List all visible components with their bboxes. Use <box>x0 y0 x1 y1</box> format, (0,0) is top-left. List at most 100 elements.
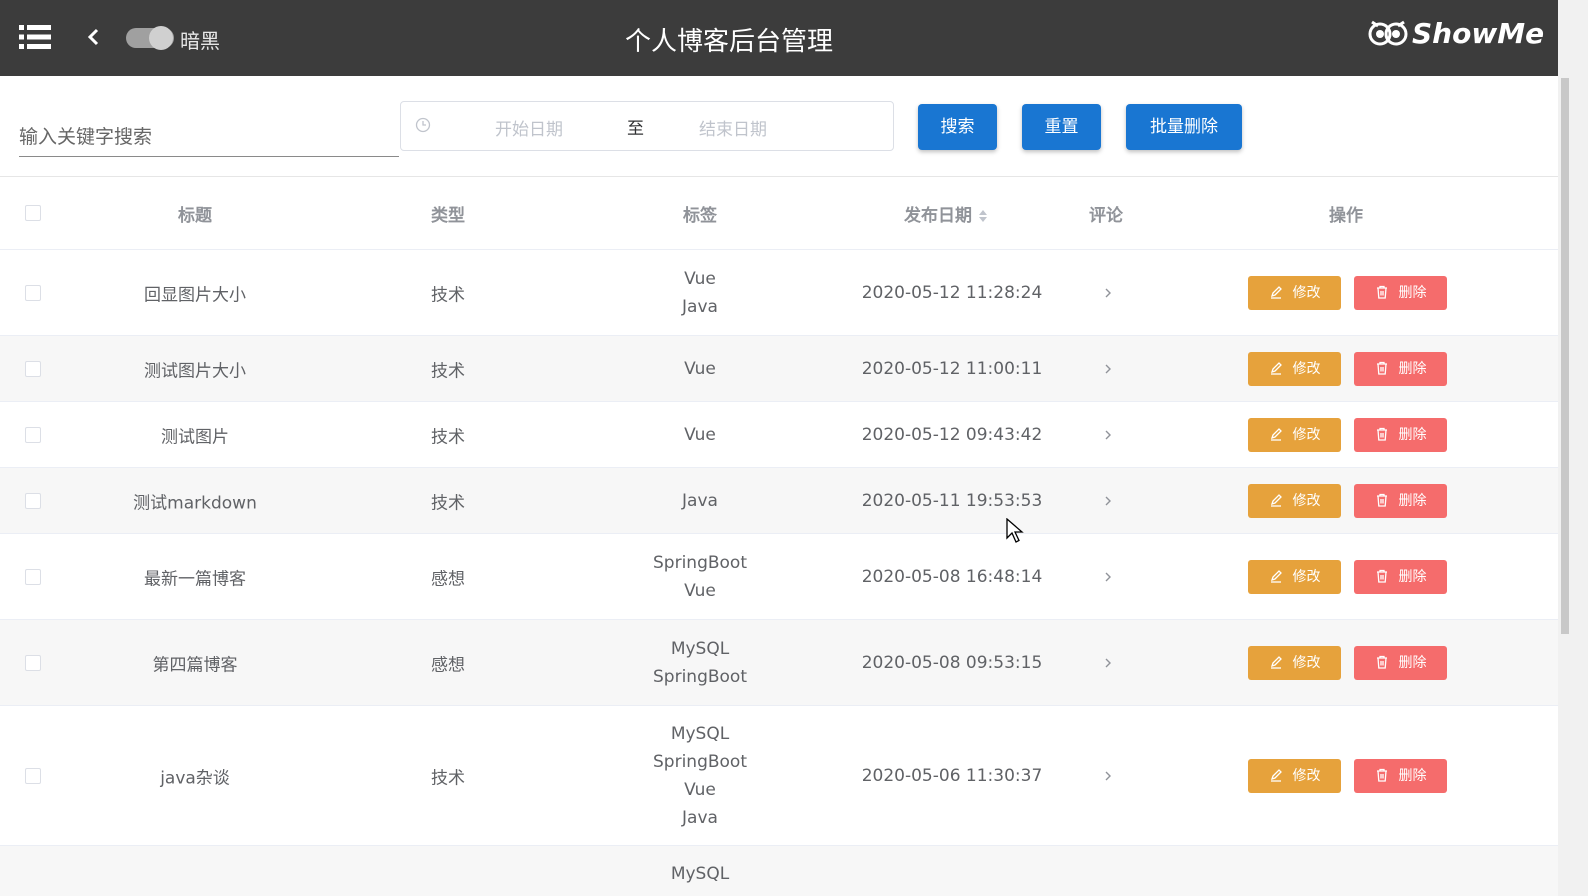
delete-button[interactable]: 删除 <box>1354 351 1447 386</box>
table-header: 标题 类型 标签 发布日期 评论 操作 <box>0 177 1558 250</box>
start-date-input[interactable]: 开始日期 <box>495 115 563 140</box>
page-scrollbar[interactable] <box>1558 0 1588 896</box>
cell-title: 测试图片 <box>161 427 229 447</box>
column-comments: 评论 <box>1089 206 1123 226</box>
pencil-icon <box>1270 285 1282 299</box>
edit-button[interactable]: 修改 <box>1248 559 1341 594</box>
table-body: 回显图片大小 技术 Vue Java 2020-05-12 11:28:24 修改 删除 测试… <box>0 250 1558 896</box>
trash-icon <box>1376 285 1387 299</box>
column-type: 类型 <box>431 206 465 226</box>
trash-icon <box>1376 493 1387 507</box>
trash-icon <box>1376 655 1387 669</box>
row-checkbox[interactable] <box>25 654 41 671</box>
batch-delete-button[interactable]: 批量删除 <box>1126 104 1242 150</box>
owl-logo-icon <box>1368 20 1408 46</box>
tag-label: SpringBoot <box>653 552 747 573</box>
chevron-right-icon[interactable] <box>1103 494 1113 508</box>
chevron-right-icon[interactable] <box>1103 769 1113 783</box>
top-app-bar: 暗黑 个人博客后台管理 ShowMe <box>0 0 1558 76</box>
edit-button[interactable]: 修改 <box>1248 351 1341 386</box>
tag-label: SpringBoot <box>653 666 747 687</box>
reset-button[interactable]: 重置 <box>1022 104 1101 150</box>
row-checkbox[interactable] <box>25 426 41 443</box>
cell-date: 2020-05-11 19:53:53 <box>861 490 1043 511</box>
tag-label: Vue <box>684 358 716 379</box>
scrollbar-thumb[interactable] <box>1561 78 1569 634</box>
end-date-input[interactable]: 结束日期 <box>699 115 767 140</box>
cell-tags: MySQL <box>590 860 810 888</box>
delete-button[interactable]: 删除 <box>1354 559 1447 594</box>
delete-button[interactable]: 删除 <box>1354 645 1447 680</box>
sort-caret-icon[interactable] <box>978 209 988 223</box>
delete-button[interactable]: 删除 <box>1354 483 1447 518</box>
delete-label: 删除 <box>1398 426 1427 443</box>
edit-label: 修改 <box>1292 767 1321 784</box>
pencil-icon <box>1270 655 1282 669</box>
row-checkbox[interactable] <box>25 767 41 784</box>
tag-label: Java <box>682 490 718 511</box>
chevron-right-icon[interactable] <box>1103 570 1113 584</box>
edit-label: 修改 <box>1292 568 1321 585</box>
edit-label: 修改 <box>1292 426 1321 443</box>
row-checkbox[interactable] <box>25 492 41 509</box>
cell-tags: Vue Java <box>590 265 810 321</box>
delete-button[interactable]: 删除 <box>1354 417 1447 452</box>
row-checkbox[interactable] <box>25 360 41 377</box>
edit-button[interactable]: 修改 <box>1248 417 1341 452</box>
search-button[interactable]: 搜索 <box>918 104 997 150</box>
column-actions: 操作 <box>1329 206 1363 226</box>
tag-label: Java <box>682 807 718 828</box>
cell-type: 感想 <box>431 655 465 675</box>
tag-label: Vue <box>684 268 716 289</box>
pencil-icon <box>1270 493 1282 507</box>
trash-icon <box>1376 569 1387 583</box>
row-checkbox[interactable] <box>25 568 41 585</box>
column-date-label: 发布日期 <box>904 206 972 226</box>
edit-button[interactable]: 修改 <box>1248 645 1341 680</box>
delete-label: 删除 <box>1398 654 1427 671</box>
date-separator: 至 <box>627 119 644 139</box>
cell-type: 技术 <box>431 361 465 381</box>
table-row: java杂谈 技术 MySQL SpringBoot Vue Java 2020-05-06… <box>0 706 1558 846</box>
pencil-icon <box>1270 361 1282 375</box>
chevron-right-icon[interactable] <box>1103 362 1113 376</box>
date-range-picker[interactable]: 开始日期 至 结束日期 <box>400 101 894 151</box>
select-all-checkbox[interactable] <box>25 205 41 221</box>
search-input[interactable] <box>19 118 399 157</box>
delete-label: 删除 <box>1398 767 1427 784</box>
tag-label: MySQL <box>670 864 730 884</box>
cell-tags: Java <box>590 487 810 515</box>
chevron-right-icon[interactable] <box>1103 656 1113 670</box>
cell-tags: MySQL SpringBoot <box>590 635 810 691</box>
cell-type: 感想 <box>431 569 465 589</box>
trash-icon <box>1376 361 1387 375</box>
column-title: 标题 <box>178 206 212 226</box>
table-row: 第四篇博客 感想 MySQL SpringBoot 2020-05-08 09:53:1… <box>0 620 1558 706</box>
cell-tags: MySQL SpringBoot Vue Java <box>590 720 810 832</box>
clock-icon <box>415 117 431 133</box>
cell-type: 技术 <box>431 427 465 447</box>
tag-label: Vue <box>684 779 716 800</box>
delete-button[interactable]: 删除 <box>1354 758 1447 793</box>
cell-date: 2020-05-06 11:30:37 <box>861 765 1043 786</box>
tag-label: SpringBoot <box>653 751 747 772</box>
edit-button[interactable]: 修改 <box>1248 275 1341 310</box>
delete-label: 删除 <box>1398 492 1427 509</box>
pencil-icon <box>1270 569 1282 583</box>
edit-button[interactable]: 修改 <box>1248 758 1341 793</box>
cell-type: 技术 <box>431 768 465 788</box>
chevron-right-icon[interactable] <box>1103 286 1113 300</box>
delete-label: 删除 <box>1398 284 1427 301</box>
pencil-icon <box>1270 768 1282 782</box>
row-checkbox[interactable] <box>25 284 41 301</box>
cell-title: 测试markdown <box>133 493 257 513</box>
edit-button[interactable]: 修改 <box>1248 483 1341 518</box>
edit-label: 修改 <box>1292 654 1321 671</box>
cell-type: 技术 <box>431 493 465 513</box>
chevron-right-icon[interactable] <box>1103 428 1113 442</box>
tag-label: Vue <box>684 424 716 445</box>
tag-label: MySQL <box>670 723 730 744</box>
delete-label: 删除 <box>1398 568 1427 585</box>
cell-title: 第四篇博客 <box>152 655 238 675</box>
delete-button[interactable]: 删除 <box>1354 275 1447 310</box>
